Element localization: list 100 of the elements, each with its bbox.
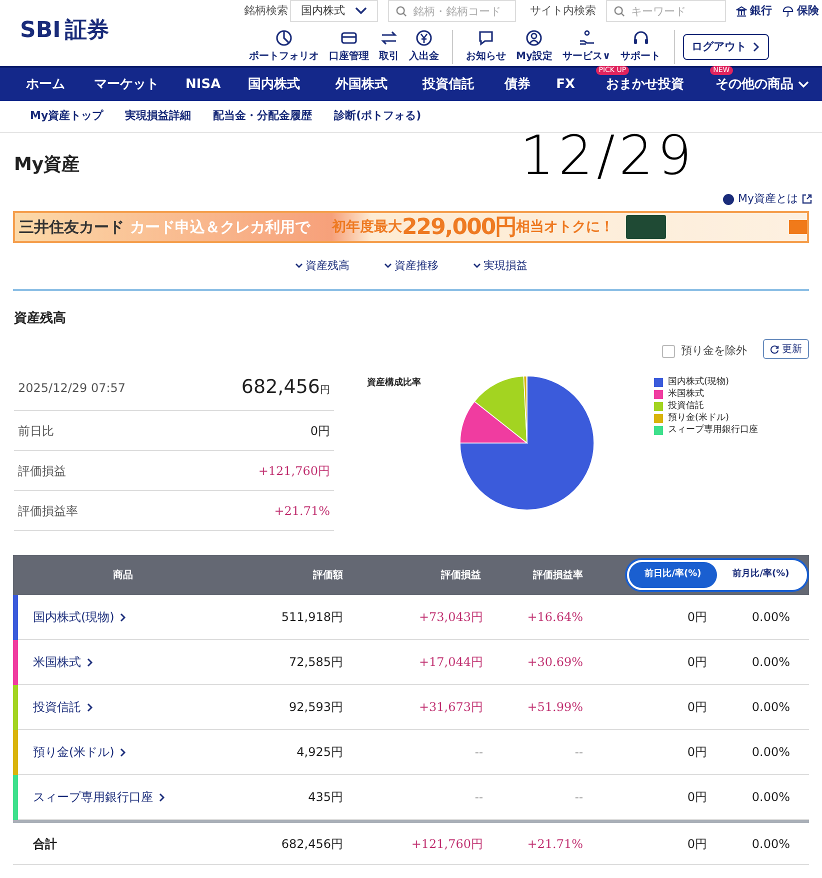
shortcut-button[interactable]: サービス∨ [557, 29, 616, 64]
chevron-right-icon [120, 748, 126, 756]
table-cell-text: 0円 [686, 744, 707, 761]
chevron-right-icon [87, 658, 93, 666]
page-title: My資産 [14, 153, 80, 177]
legend-label: 米国株式 [668, 389, 704, 400]
table-cell-text: +21.71% [526, 836, 583, 852]
subnav-link[interactable]: My資産トップ [30, 108, 104, 125]
external-link-icon [802, 194, 812, 204]
search-field[interactable]: キーワード [606, 0, 726, 22]
summary-value: +121,760円 [258, 462, 330, 480]
table-cell-text: 0円 [686, 836, 707, 852]
swap-arrows-icon [380, 29, 398, 47]
product-link[interactable]: スィープ専用銀行口座 [18, 788, 233, 806]
handwritten-note: 12/29 [520, 123, 696, 189]
table-cell-text: +73,043円 [418, 609, 484, 626]
shortcut-button[interactable]: 取引 [374, 29, 404, 64]
nav-tab[interactable]: 債券 [492, 68, 544, 101]
table-cell-text: 0円 [686, 789, 707, 806]
column-header: 評価損益 [440, 568, 482, 582]
anchor-link[interactable]: 資産残高 [294, 258, 350, 274]
nav-tab[interactable]: 国内株式 [230, 68, 318, 101]
banner-text: 初年度最大 [332, 218, 402, 236]
legend-label: スィープ専用銀行口座 [668, 425, 758, 436]
table-cell-text: 0.00% [750, 789, 790, 806]
nav-tab[interactable]: FX [543, 68, 588, 101]
table-cell-text: -- [574, 789, 583, 806]
chevron-down-icon [355, 7, 367, 15]
logo[interactable]: SBI 証券 [0, 0, 109, 66]
chevron-down-icon [294, 263, 302, 269]
exclude-deposit-checkbox[interactable]: 預り金を除外 [662, 343, 747, 360]
field-label: 銘柄検索 [244, 2, 288, 19]
nav-tab[interactable]: 投資信託 [405, 68, 492, 101]
shortcut-button[interactable]: ポートフォリオ [244, 29, 324, 64]
table-cell-text: 0円 [686, 609, 707, 626]
table-cell-text: 682,456円 [280, 836, 344, 852]
help-link[interactable]: My資産とは [722, 191, 812, 208]
product-link[interactable]: 投資信託 [18, 698, 233, 716]
anchor-link[interactable]: 資産推移 [384, 258, 438, 274]
column-header: 評価損益率 [532, 568, 583, 582]
legend-swatch [654, 390, 663, 399]
total-value: 682,456 [241, 375, 320, 400]
table-cell-text: 0.00% [750, 699, 790, 716]
toggle-tab[interactable]: 前日比/率(%) [629, 562, 717, 588]
summary-value: 0円 [310, 422, 330, 440]
shortcut-button[interactable]: 入出金 [404, 29, 444, 64]
subnav-link[interactable]: 診断(ポトフォる) [334, 108, 422, 125]
chevron-down-icon [798, 81, 809, 88]
banner-text: 相当オトクに！ [516, 218, 614, 236]
subnav-link[interactable]: 配当金・分配金履歴 [213, 108, 312, 125]
nav-tab[interactable]: 外国株式 [318, 68, 406, 101]
chevron-right-icon [120, 612, 126, 622]
table-cell-text: -- [574, 744, 583, 761]
yen-coin-icon [415, 29, 433, 47]
table-cell-text: 0.00% [750, 744, 790, 761]
banner-amount: 229,000円 [402, 214, 516, 242]
subnav-link[interactable]: 実現損益詳細 [125, 108, 192, 125]
headset-icon [632, 29, 650, 47]
legend-label: 預り金(米ドル) [668, 413, 730, 424]
product-link[interactable]: 国内株式(現物) [18, 608, 233, 626]
shortcut-button[interactable]: サポート [616, 29, 666, 64]
logout-button[interactable]: ログアウト [682, 34, 769, 60]
summary-datetime: 2025/12/29 07:57 [18, 380, 126, 396]
legend-label: 投資信託 [668, 401, 704, 412]
table-cell-text: 511,918円 [280, 609, 344, 626]
shortcut-button[interactable]: お知らせ [461, 29, 511, 64]
summary-label: 評価損益 [18, 462, 66, 480]
header-link[interactable]: 保険 [782, 2, 819, 20]
column-header: 商品 [112, 568, 134, 582]
market-dropdown[interactable]: 国内株式 [290, 0, 378, 22]
table-cell-text: -- [474, 789, 484, 806]
card-image [626, 215, 666, 239]
umbrella-icon [782, 6, 794, 16]
table-cell-text: +17,044円 [418, 654, 484, 671]
nav-tab[interactable]: ホーム [14, 68, 77, 101]
product-link[interactable]: 米国株式 [18, 653, 233, 671]
pie-chart-icon [275, 29, 293, 47]
header-link[interactable]: 銀行 [736, 2, 772, 20]
table-cell-text: 4,925円 [296, 744, 344, 761]
speech-bubble-icon [477, 29, 495, 47]
nav-tab[interactable]: マーケット [76, 68, 176, 101]
table-cell-text: +30.69% [526, 654, 583, 671]
nav-tab[interactable]: NISA [176, 68, 230, 101]
legend-label: 国内株式(現物) [668, 377, 730, 388]
table-cell-text: 72,585円 [288, 654, 344, 671]
refresh-button[interactable]: 更新 [763, 339, 809, 359]
search-field[interactable]: 銘柄・銘柄コード [388, 0, 516, 22]
anchor-link[interactable]: 実現損益 [472, 258, 528, 274]
card-icon [340, 29, 358, 47]
summary-label: 評価損益率 [18, 502, 78, 520]
table-cell-text: 92,593円 [288, 699, 344, 716]
table-cell-text: +51.99% [526, 699, 583, 716]
product-link[interactable]: 預り金(米ドル) [18, 743, 233, 761]
summary-value: +21.71% [274, 502, 330, 520]
play-marker [789, 220, 807, 234]
shortcut-button[interactable]: 口座管理 [324, 29, 374, 64]
table-cell-text: 0.00% [750, 609, 790, 626]
chevron-right-icon [159, 792, 165, 802]
shortcut-button[interactable]: My設定 [511, 29, 558, 64]
search-icon [396, 6, 407, 17]
